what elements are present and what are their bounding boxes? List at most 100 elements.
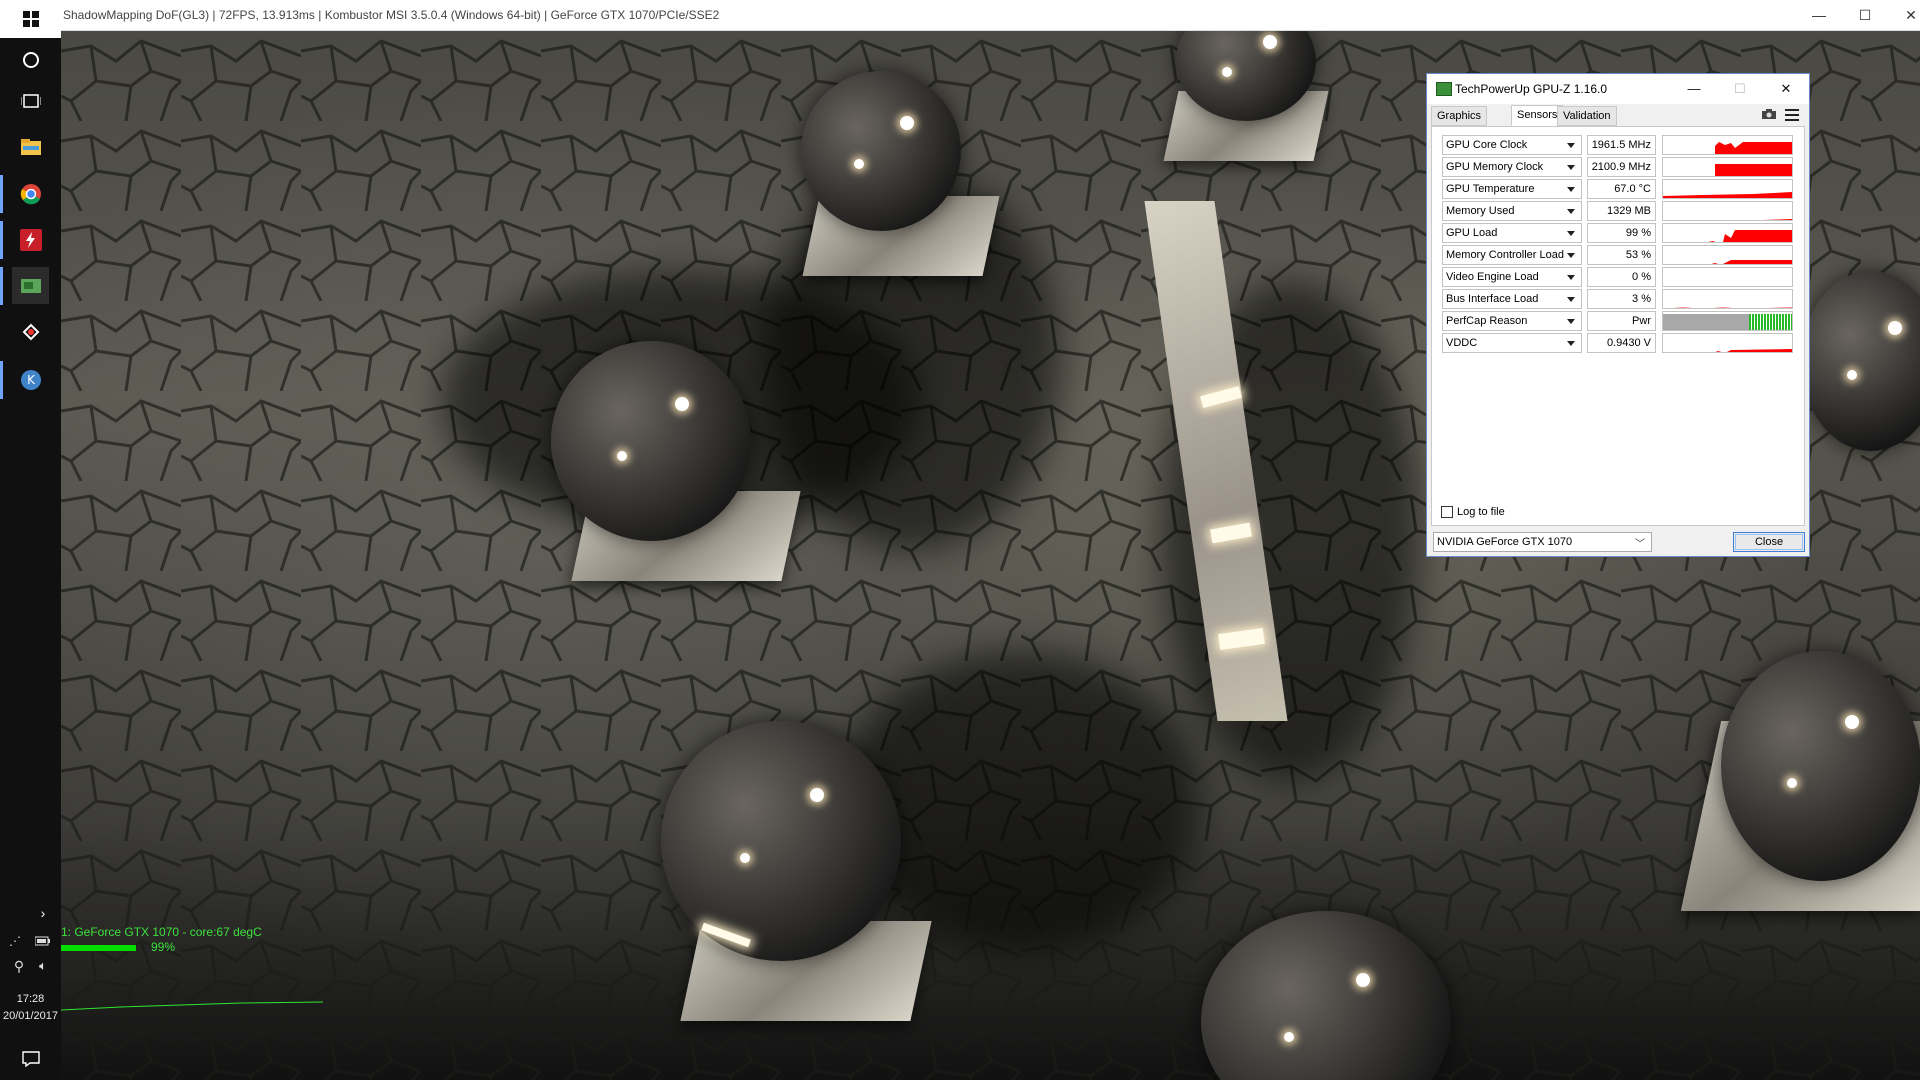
action-center-icon[interactable] [12, 1040, 49, 1077]
tab-graphics-card[interactable]: Graphics Card [1431, 106, 1488, 140]
gpuz-close-button[interactable]: ✕ [1763, 74, 1809, 104]
sensor-name-dropdown[interactable]: GPU Memory Clock [1442, 157, 1582, 177]
metal-sphere [551, 341, 751, 541]
task-view-icon[interactable] [12, 82, 49, 119]
network-tool-icon[interactable] [12, 313, 49, 350]
sensor-graph [1662, 245, 1793, 265]
log-to-file-checkbox[interactable] [1441, 506, 1453, 518]
active-indicator [0, 267, 3, 305]
sensor-value: Pwr [1587, 311, 1656, 331]
sensor-value: 99 % [1587, 223, 1656, 243]
clock-date[interactable]: 20/01/2017 [0, 1010, 61, 1022]
chrome-icon[interactable] [12, 175, 49, 212]
sensor-name-dropdown[interactable]: PerfCap Reason [1442, 311, 1582, 331]
sensor-name-dropdown[interactable]: Memory Used [1442, 201, 1582, 221]
metal-sphere [661, 721, 901, 961]
tab-validation[interactable]: Validation [1557, 106, 1617, 126]
windows-logo-icon [22, 11, 39, 27]
kombustor-k-icon[interactable]: K [12, 361, 49, 398]
sensor-value: 53 % [1587, 245, 1656, 265]
sensor-name-dropdown[interactable]: Bus Interface Load [1442, 289, 1582, 309]
hud-gpu-info: 1: GeForce GTX 1070 - core:67 degC [61, 925, 262, 939]
sensor-value: 0 % [1587, 267, 1656, 287]
sensor-name-label: GPU Load [1446, 227, 1498, 239]
sensor-name-dropdown[interactable]: GPU Core Clock [1442, 135, 1582, 155]
sensor-value: 2100.9 MHz [1587, 157, 1656, 177]
sensor-graph [1662, 267, 1793, 287]
taskbar: K › ⋰ ⚲ 🔈︎ 17:28 20/01/2017 [0, 0, 61, 1080]
sensor-name-label: Video Engine Load [1446, 271, 1539, 283]
sensor-graph [1662, 179, 1793, 199]
gpuz-minimize-button[interactable]: — [1671, 74, 1717, 104]
sensor-name-dropdown[interactable]: VDDC [1442, 333, 1582, 353]
sensor-name-label: Bus Interface Load [1446, 293, 1539, 305]
kombustor-flash-icon[interactable] [12, 221, 49, 258]
maximize-button[interactable]: ☐ [1842, 0, 1888, 31]
sensor-graph [1662, 223, 1793, 243]
sensor-graph [1662, 311, 1793, 331]
sensor-row: Memory Controller Load 53 % [1442, 245, 1800, 265]
dropdown-arrow-icon [1567, 165, 1575, 170]
window-title: ShadowMapping DoF(GL3) | 72FPS, 13.913ms… [63, 8, 720, 22]
usb-icon[interactable]: ⚲ [6, 955, 32, 977]
sensor-value: 0.9430 V [1587, 333, 1656, 353]
sensor-value: 1961.5 MHz [1587, 135, 1656, 155]
dropdown-arrow-icon [1567, 187, 1575, 192]
app-titlebar[interactable]: ShadowMapping DoF(GL3) | 72FPS, 13.913ms… [61, 0, 1920, 31]
network-icon[interactable]: ⋰ [2, 930, 28, 952]
camera-icon[interactable] [1761, 108, 1777, 123]
sensor-value: 1329 MB [1587, 201, 1656, 221]
sensor-name-label: GPU Memory Clock [1446, 161, 1544, 173]
gpuz-maximize-button[interactable]: ☐ [1717, 74, 1763, 104]
gpuz-window[interactable]: TechPowerUp GPU-Z 1.16.0 — ☐ ✕ Graphics … [1426, 73, 1810, 557]
battery-icon[interactable] [30, 930, 56, 952]
sensor-value: 67.0 °C [1587, 179, 1656, 199]
sensor-row: GPU Temperature 67.0 °C [1442, 179, 1800, 199]
sensor-name-label: VDDC [1446, 337, 1478, 349]
sensor-name-dropdown[interactable]: GPU Temperature [1442, 179, 1582, 199]
dropdown-arrow-icon [1567, 341, 1575, 346]
file-explorer-icon[interactable] [12, 128, 49, 165]
dropdown-arrow-icon [1567, 297, 1575, 302]
sensor-name-dropdown[interactable]: GPU Load [1442, 223, 1582, 243]
sensor-graph [1662, 333, 1793, 353]
gpuz-close-dialog-button[interactable]: Close [1733, 532, 1805, 552]
dropdown-arrow-icon [1567, 253, 1575, 258]
sensor-row: Memory Used 1329 MB [1442, 201, 1800, 221]
hud-history-line [61, 1001, 323, 1011]
sensor-name-dropdown[interactable]: Memory Controller Load [1442, 245, 1582, 265]
gpu-z-icon[interactable] [12, 267, 49, 304]
close-button[interactable]: ✕ [1888, 0, 1920, 31]
clock-time[interactable]: 17:28 [0, 993, 61, 1005]
svg-text:K: K [27, 373, 36, 387]
cortana-icon[interactable] [12, 41, 49, 78]
sensor-name-label: Memory Used [1446, 205, 1515, 217]
gpu-z-app-icon [1436, 82, 1452, 96]
dropdown-arrow-icon [1567, 319, 1575, 324]
log-to-file-label: Log to file [1457, 506, 1505, 518]
sensor-row: VDDC 0.9430 V [1442, 333, 1800, 353]
tab-sensors[interactable]: Sensors [1511, 105, 1564, 126]
chevron-down-icon: ﹀ [1635, 539, 1645, 550]
volume-icon[interactable]: 🔈︎ [30, 955, 56, 977]
gpuz-title: TechPowerUp GPU-Z 1.16.0 [1455, 82, 1608, 96]
sensor-graph [1662, 201, 1793, 221]
minimize-button[interactable]: — [1796, 0, 1842, 31]
active-indicator [0, 221, 3, 259]
metal-sphere [801, 71, 961, 231]
chevron-up-icon[interactable]: › [28, 900, 58, 926]
sensor-row: Video Engine Load 0 % [1442, 267, 1800, 287]
gpuz-titlebar[interactable]: TechPowerUp GPU-Z 1.16.0 — ☐ ✕ [1427, 74, 1809, 104]
device-select[interactable]: NVIDIA GeForce GTX 1070 ﹀ [1433, 532, 1652, 552]
start-button[interactable] [0, 0, 61, 38]
dropdown-arrow-icon [1567, 275, 1575, 280]
sensor-name-label: Memory Controller Load [1446, 249, 1564, 261]
sensor-value: 3 % [1587, 289, 1656, 309]
sensor-row: GPU Load 99 % [1442, 223, 1800, 243]
sensor-name-dropdown[interactable]: Video Engine Load [1442, 267, 1582, 287]
dropdown-arrow-icon [1567, 231, 1575, 236]
menu-icon[interactable] [1785, 109, 1799, 124]
sensor-graph [1662, 135, 1793, 155]
active-indicator [0, 175, 3, 213]
sensor-name-label: PerfCap Reason [1446, 315, 1528, 327]
